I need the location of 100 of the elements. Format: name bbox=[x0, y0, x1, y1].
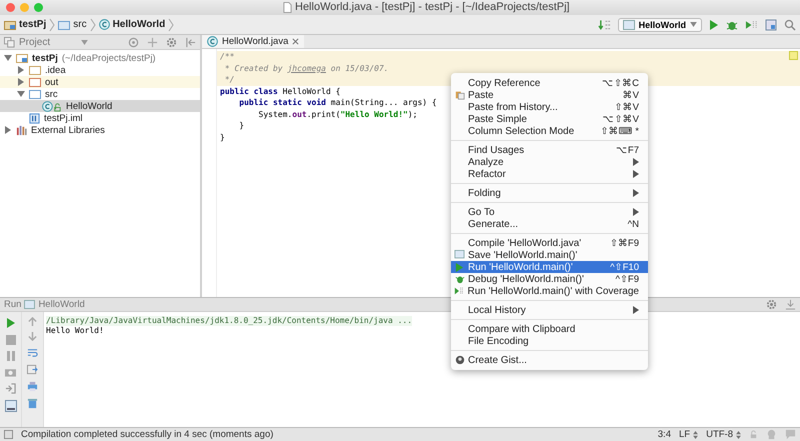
class-icon bbox=[207, 36, 218, 47]
code-line: public class HelloWorld { bbox=[220, 86, 340, 96]
pause-icon[interactable] bbox=[6, 351, 16, 361]
menu-item[interactable]: Paste from History... ⇧⌘V bbox=[451, 101, 648, 113]
tree-label: out bbox=[45, 76, 58, 88]
project-structure-icon[interactable] bbox=[765, 18, 777, 30]
expand-arrow-icon[interactable] bbox=[4, 126, 12, 134]
module-icon bbox=[16, 53, 28, 63]
tree-label: External Libraries bbox=[31, 124, 105, 136]
menu-item[interactable]: Run 'HelloWorld.main()' ^⇧F10 bbox=[451, 261, 648, 273]
code-line: */ bbox=[224, 75, 234, 84]
folder-icon bbox=[29, 77, 41, 87]
library-icon bbox=[16, 124, 27, 136]
up-down-icon bbox=[693, 430, 698, 438]
code-line: } bbox=[238, 121, 244, 130]
collapse-icon[interactable] bbox=[147, 36, 158, 48]
inspector-icon[interactable] bbox=[766, 429, 777, 440]
hide-icon[interactable] bbox=[185, 36, 196, 48]
menu-item[interactable]: Compile 'HelloWorld.java' ⇧⌘F9 bbox=[451, 237, 648, 249]
stop-icon[interactable] bbox=[6, 335, 16, 345]
gear-icon[interactable] bbox=[766, 299, 777, 310]
panel-title: Run bbox=[4, 299, 22, 310]
code-line: System.out.print("Hello World!"); bbox=[258, 110, 418, 118]
expand-arrow-icon[interactable] bbox=[4, 54, 12, 62]
down-arrow-icon[interactable] bbox=[28, 332, 37, 341]
coverage-icon[interactable] bbox=[745, 18, 758, 30]
menu-item[interactable]: Generate... ^N bbox=[451, 218, 648, 230]
line-separator-selector[interactable]: LF bbox=[678, 429, 698, 440]
class-icon bbox=[42, 100, 62, 112]
dropdown-icon[interactable] bbox=[81, 40, 88, 44]
run-icon[interactable] bbox=[709, 18, 719, 30]
close-icon[interactable] bbox=[292, 38, 300, 45]
tree-item[interactable]: src bbox=[0, 88, 200, 100]
event-log-icon[interactable] bbox=[785, 429, 796, 440]
minimize-icon[interactable] bbox=[785, 299, 796, 310]
menu-item[interactable]: Compare with Clipboard bbox=[451, 323, 648, 335]
menu-item[interactable]: Local History bbox=[451, 304, 648, 316]
breadcrumb[interactable]: HelloWorld bbox=[112, 19, 166, 30]
breadcrumb[interactable]: testPj bbox=[19, 19, 46, 30]
layout-icon[interactable] bbox=[4, 400, 16, 412]
print-icon[interactable] bbox=[27, 381, 38, 392]
expand-arrow-icon[interactable] bbox=[17, 66, 25, 74]
tree-item[interactable]: External Libraries bbox=[0, 124, 200, 136]
menu-item[interactable]: Paste ⌘V bbox=[451, 89, 648, 101]
bug-icon bbox=[454, 274, 464, 284]
rerun-icon[interactable] bbox=[6, 317, 16, 329]
menu-item[interactable]: Folding bbox=[451, 187, 648, 199]
tree-label: HelloWorld bbox=[66, 100, 112, 112]
configuration-icon bbox=[622, 20, 635, 30]
chevron-icon bbox=[168, 18, 174, 32]
menu-item[interactable]: Go To bbox=[451, 206, 648, 218]
editor-tab[interactable]: HelloWorld.java bbox=[202, 35, 304, 48]
configuration-icon bbox=[454, 250, 465, 260]
encoding-selector[interactable]: UTF-8 bbox=[706, 429, 741, 440]
caret-position[interactable]: 3:4 bbox=[658, 429, 671, 440]
tree-label: .idea bbox=[45, 64, 66, 76]
lock-icon[interactable] bbox=[749, 430, 758, 439]
menu-item[interactable]: File Encoding bbox=[451, 335, 648, 347]
camera-icon[interactable] bbox=[5, 367, 16, 377]
tool-windows-icon[interactable] bbox=[4, 430, 13, 439]
path-hint: (~/IdeaProjects/testPj) bbox=[62, 52, 156, 64]
menu-item[interactable]: Save 'HelloWorld.main()' bbox=[451, 249, 648, 261]
tree-item[interactable]: testPj.iml bbox=[0, 112, 200, 124]
expand-arrow-icon[interactable] bbox=[17, 78, 25, 86]
menu-item[interactable]: Column Selection Mode ⇧⌘⌨ * bbox=[451, 125, 648, 137]
run-configuration-dropdown[interactable]: HelloWorld bbox=[618, 18, 702, 32]
target-icon[interactable] bbox=[128, 36, 139, 48]
menu-item[interactable]: Debug 'HelloWorld.main()' ^⇧F9 bbox=[451, 273, 648, 285]
menu-item[interactable]: Find Usages ⌥F7 bbox=[451, 144, 648, 156]
code-line: } bbox=[220, 132, 225, 142]
menu-item[interactable]: Run 'HelloWorld.main()' with Coverage bbox=[451, 285, 648, 297]
menu-item[interactable]: Copy Reference ⌥⇧⌘C bbox=[451, 77, 648, 89]
document-icon bbox=[283, 2, 292, 12]
menu-item[interactable]: Analyze bbox=[451, 156, 648, 168]
zoom-button[interactable] bbox=[34, 3, 43, 12]
breadcrumb[interactable]: src bbox=[73, 19, 87, 30]
expand-arrow-icon[interactable] bbox=[17, 90, 25, 98]
code-line: public static void main(String... args) { bbox=[238, 98, 437, 107]
chevron-icon bbox=[49, 18, 56, 32]
menu-item[interactable]: Paste Simple ⌥⇧⌘V bbox=[451, 113, 648, 125]
tree-item[interactable]: out bbox=[0, 76, 200, 88]
menu-item[interactable]: Refactor bbox=[451, 168, 648, 180]
up-arrow-icon[interactable] bbox=[28, 317, 37, 326]
chevron-icon bbox=[90, 18, 96, 32]
close-button[interactable] bbox=[6, 3, 15, 12]
minimize-button[interactable] bbox=[20, 3, 29, 12]
scroll-end-icon[interactable] bbox=[27, 364, 38, 375]
tree-item[interactable]: .idea bbox=[0, 64, 200, 76]
exit-icon[interactable] bbox=[5, 383, 16, 394]
caret-icon bbox=[690, 22, 697, 27]
tree-item[interactable]: HelloWorld bbox=[0, 100, 200, 112]
tree-item[interactable]: testPj (~/IdeaProjects/testPj) bbox=[0, 52, 200, 64]
module-icon bbox=[4, 20, 16, 30]
trash-icon[interactable] bbox=[27, 398, 38, 409]
gear-icon[interactable] bbox=[166, 36, 177, 48]
menu-item[interactable]: Create Gist... bbox=[451, 354, 648, 366]
sort-icon[interactable] bbox=[598, 18, 611, 30]
search-icon[interactable] bbox=[784, 18, 796, 30]
wrap-icon[interactable] bbox=[27, 347, 38, 358]
window-title: HelloWorld.java - [testPj] - testPj - [~/IdeaProjects/testPj] bbox=[295, 1, 570, 13]
